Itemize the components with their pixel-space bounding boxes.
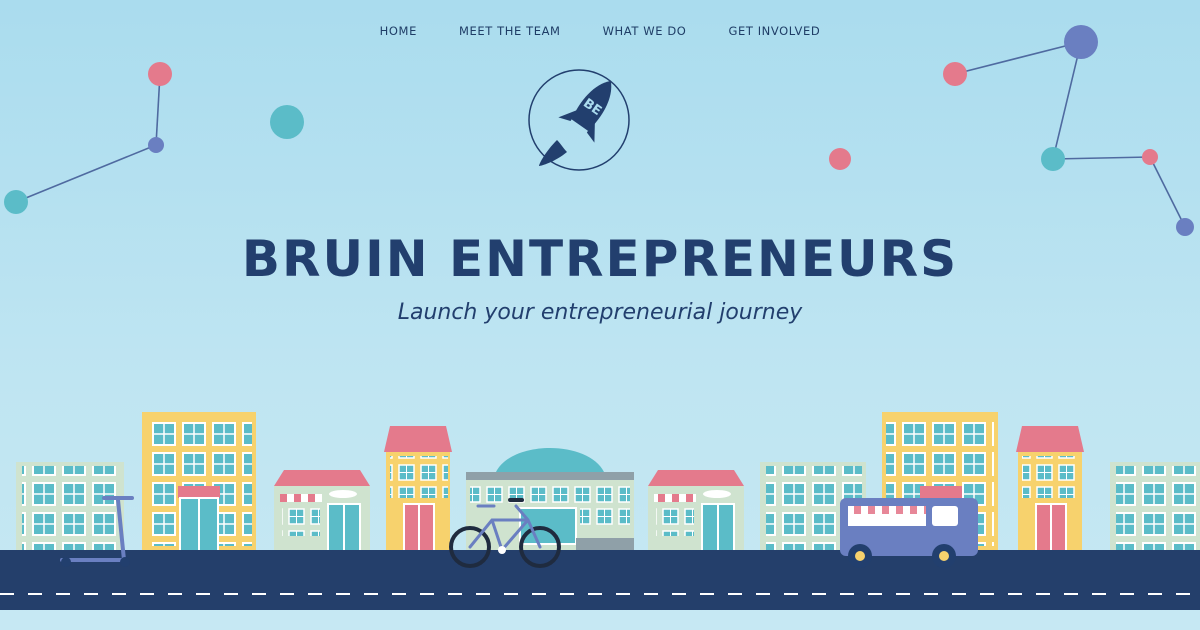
rocket-icon: BE	[539, 80, 612, 166]
page-title: BRUIN ENTREPRENEURS	[241, 230, 959, 288]
building	[274, 470, 370, 553]
constellation-dot	[1041, 147, 1065, 171]
constellation-dot	[943, 62, 967, 86]
building	[384, 426, 452, 553]
building	[1110, 462, 1200, 552]
building	[142, 412, 256, 553]
bruin-entrepreneurs-logo[interactable]: BE	[527, 68, 631, 172]
constellation-dot	[148, 62, 172, 86]
building	[1016, 426, 1084, 553]
building	[16, 462, 124, 552]
constellation-dot	[829, 148, 851, 170]
constellation-dot	[270, 105, 304, 139]
building	[466, 448, 634, 552]
page-subtitle: Launch your entrepreneurial journey	[397, 300, 803, 325]
city-skyline-illustration	[0, 412, 1200, 610]
constellation-dot	[1064, 25, 1098, 59]
constellation-dot	[4, 190, 28, 214]
constellation-dot	[1142, 149, 1158, 165]
building	[648, 470, 744, 553]
road	[0, 550, 1200, 610]
constellation-dot	[148, 137, 164, 153]
